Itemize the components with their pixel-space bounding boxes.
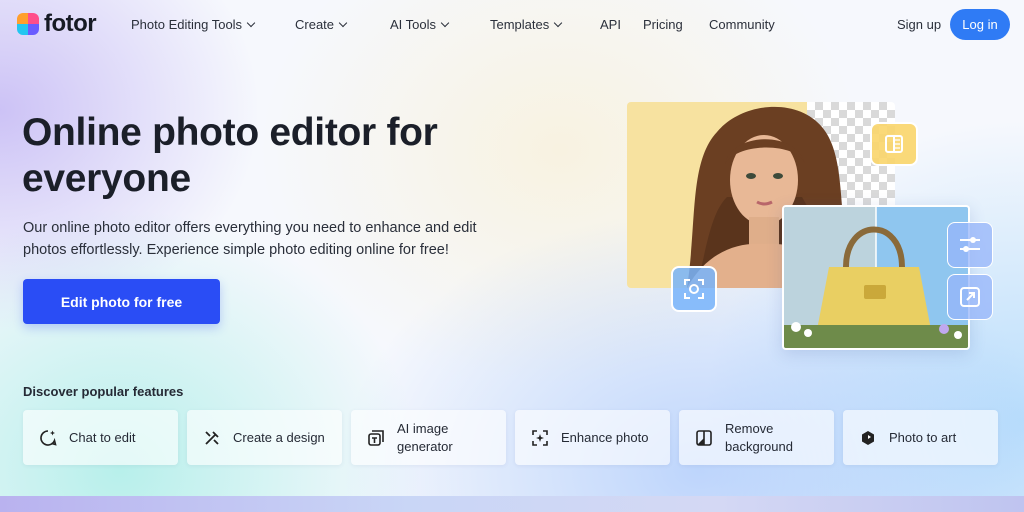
chevron-down-icon — [338, 18, 348, 27]
hero-description: Our online photo editor offers everythin… — [23, 220, 477, 258]
nav-api[interactable]: API — [600, 17, 621, 32]
features-list: Chat to edit Create a design AI image ge… — [23, 410, 998, 465]
feature-enhance-photo[interactable]: Enhance photo — [515, 410, 670, 465]
feature-label: AI image generator — [397, 420, 453, 454]
feature-label: Create a design — [233, 429, 325, 445]
top-navbar: fotor Photo Editing Tools Create AI Tool… — [0, 0, 1024, 48]
fotor-logo-icon — [17, 13, 39, 35]
nav-label: AI Tools — [390, 17, 437, 32]
feature-label: Enhance photo — [561, 429, 649, 445]
focus-icon[interactable] — [671, 266, 717, 312]
chevron-down-icon — [440, 18, 450, 27]
photo-art-icon — [859, 429, 877, 447]
nav-label: API — [600, 17, 621, 32]
ai-image-icon — [367, 429, 385, 447]
nav-label: Photo Editing Tools — [131, 17, 243, 32]
feature-label: Remove background — [725, 420, 793, 454]
feature-create-design[interactable]: Create a design — [187, 410, 342, 465]
remove-bg-icon — [695, 429, 713, 447]
feature-ai-image-generator[interactable]: AI image generator — [351, 410, 506, 465]
resize-icon[interactable] — [947, 274, 993, 320]
background-cutout-icon[interactable] — [870, 122, 918, 166]
feature-label: Chat to edit — [69, 429, 136, 445]
nav-photo-editing-tools[interactable]: Photo Editing Tools — [131, 17, 256, 32]
nav-pricing[interactable]: Pricing — [643, 17, 683, 32]
bottom-gradient-strip — [0, 496, 1024, 512]
feature-label: Photo to art — [889, 429, 957, 445]
chevron-down-icon — [554, 18, 563, 27]
nav-community[interactable]: Community — [709, 17, 775, 32]
nav-label: Create — [295, 17, 335, 32]
edit-photo-button[interactable]: Edit photo for free — [23, 279, 220, 324]
nav-label: Pricing — [643, 17, 683, 32]
design-tools-icon — [203, 429, 221, 447]
login-button[interactable]: Log in — [950, 9, 1010, 40]
nav-create[interactable]: Create — [295, 17, 348, 32]
feature-chat-to-edit[interactable]: Chat to edit — [23, 410, 178, 465]
nav-templates[interactable]: Templates — [490, 17, 563, 32]
signup-link[interactable]: Sign up — [897, 17, 941, 32]
chevron-down-icon — [246, 18, 256, 27]
hero-title: Online photo editor for everyone — [22, 111, 438, 200]
nav-label: Community — [709, 17, 775, 32]
brand-name: fotor — [44, 10, 97, 37]
nav-label: Templates — [490, 17, 550, 32]
enhance-sparkle-icon — [531, 429, 549, 447]
features-heading: Discover popular features — [23, 384, 184, 399]
nav-ai-tools[interactable]: AI Tools — [390, 17, 450, 32]
adjust-sliders-icon[interactable] — [947, 222, 993, 268]
handbag-before-after-image — [782, 205, 970, 350]
handbag-illustration — [784, 207, 968, 348]
feature-photo-to-art[interactable]: Photo to art — [843, 410, 998, 465]
feature-remove-background[interactable]: Remove background — [679, 410, 834, 465]
fotor-logo[interactable]: fotor — [17, 10, 97, 38]
chat-sparkle-icon — [39, 429, 57, 447]
